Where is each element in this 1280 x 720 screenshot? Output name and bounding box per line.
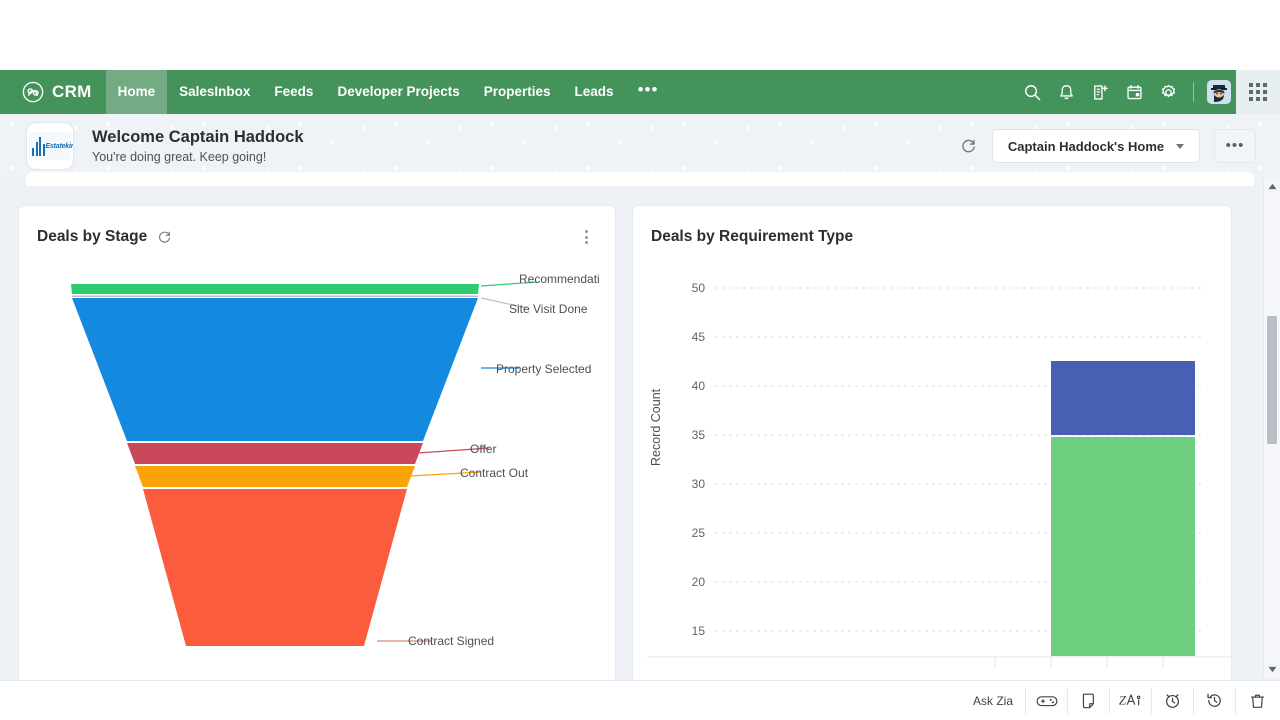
recent-history-icon[interactable] — [1194, 687, 1236, 714]
bar-segment-green — [1051, 437, 1195, 656]
ytick-20: 20 — [692, 575, 706, 589]
logo-bars-icon — [32, 136, 45, 156]
dashboard-scrollbar[interactable] — [1263, 178, 1280, 678]
bottom-utility-bar: Ask Zia Z — [0, 680, 1280, 720]
refresh-icon[interactable] — [156, 229, 172, 245]
bar-card-title: Deals by Requirement Type — [651, 228, 854, 245]
kebab-menu-icon[interactable] — [577, 230, 595, 244]
bar-segment-blue — [1051, 361, 1195, 435]
funnel-label-site-visit-done: Site Visit Done — [509, 302, 588, 316]
scroll-down-arrow-icon[interactable] — [1264, 661, 1280, 678]
funnel-segment-contract-signed — [143, 489, 407, 646]
nav-right-actions — [1015, 70, 1280, 114]
game-controller-icon[interactable] — [1026, 687, 1068, 714]
top-navigation-bar: CRM Home SalesInbox Feeds Developer Proj… — [0, 70, 1280, 114]
search-icon[interactable] — [1015, 70, 1049, 114]
bar-chart-y-axis-label: Record Count — [649, 388, 663, 466]
zoho-crm-logo-icon — [22, 81, 44, 103]
brand-label: CRM — [52, 82, 92, 101]
nav-item-properties[interactable]: Properties — [472, 70, 563, 114]
welcome-actions: Captain Haddock's Home ••• — [958, 129, 1256, 163]
chevron-down-icon — [1176, 143, 1185, 149]
bar-chart: 50 45 40 35 30 25 20 15 Record Count — [633, 246, 1231, 720]
dashboard-body: Deals by Stage Recommendati Site Visit D… — [0, 172, 1280, 720]
estateking-logo: Estateking — [26, 122, 74, 170]
funnel-label-offer: Offer — [470, 442, 497, 456]
funnel-label-property-selected: Property Selected — [496, 362, 592, 376]
funnel-segment-property-selected — [72, 298, 478, 441]
funnel-segment-contract-out — [135, 466, 415, 487]
funnel-card-header: Deals by Stage — [19, 206, 615, 246]
zia-toolbar: Ask Zia Z — [961, 681, 1278, 720]
calendar-icon[interactable] — [1117, 70, 1151, 114]
nav-overflow-button[interactable]: ••• — [626, 70, 671, 114]
alarm-clock-icon[interactable] — [1152, 687, 1194, 714]
funnel-chart-svg — [71, 281, 538, 646]
ytick-50: 50 — [692, 281, 706, 295]
card-deals-by-requirement-type: Deals by Requirement Type 50 45 40 35 30… — [632, 205, 1232, 720]
funnel-segment-site-visit-done — [72, 295, 478, 297]
ytick-25: 25 — [692, 526, 706, 540]
ytick-30: 30 — [692, 477, 706, 491]
dashboard-more-button[interactable]: ••• — [1214, 129, 1256, 163]
card-deals-by-stage: Deals by Stage Recommendati Site Visit D… — [18, 205, 616, 720]
welcome-header: Estateking Welcome Captain Haddock You'r… — [0, 114, 1280, 178]
dashboard-cards: Deals by Stage Recommendati Site Visit D… — [18, 178, 1262, 720]
notes-flag-icon[interactable] — [1068, 687, 1110, 714]
clipped-card-above — [26, 172, 1254, 186]
nav-items: Home SalesInbox Feeds Developer Projects… — [105, 70, 671, 114]
settings-gear-icon[interactable] — [1151, 70, 1185, 114]
ytick-40: 40 — [692, 379, 706, 393]
add-note-icon[interactable] — [1083, 70, 1117, 114]
bar-chart-svg: 50 45 40 35 30 25 20 15 — [647, 281, 1231, 669]
estateking-logo-inner: Estateking — [29, 132, 73, 160]
welcome-subtitle: You're doing great. Keep going! — [92, 150, 267, 165]
page-title: Welcome Captain Haddock — [92, 127, 304, 146]
nav-divider — [1193, 82, 1194, 102]
notification-bell-icon[interactable] — [1049, 70, 1083, 114]
dashboard-selector-label: Captain Haddock's Home — [1007, 138, 1165, 154]
crm-dashboard-page: CRM Home SalesInbox Feeds Developer Proj… — [0, 0, 1280, 720]
nav-item-feeds[interactable]: Feeds — [262, 70, 325, 114]
browser-top-gutter — [0, 0, 1280, 70]
nav-item-salesinbox[interactable]: SalesInbox — [167, 70, 262, 114]
zia-signature-icon[interactable]: Z — [1110, 687, 1152, 714]
grid-dots — [1249, 83, 1267, 101]
nav-item-home[interactable]: Home — [105, 70, 168, 114]
ytick-15: 15 — [692, 624, 706, 638]
scroll-thumb[interactable] — [1267, 316, 1277, 444]
svg-text:Z: Z — [1118, 693, 1126, 708]
nav-item-leads[interactable]: Leads — [563, 70, 626, 114]
user-avatar-image — [1207, 80, 1231, 104]
funnel-label-contract-signed: Contract Signed — [408, 634, 495, 648]
ytick-45: 45 — [692, 330, 706, 344]
refresh-icon[interactable] — [958, 136, 978, 156]
funnel-label-recommendation: Recommendati — [519, 272, 600, 286]
funnel-segment-recommendation — [71, 284, 479, 294]
bar-card-header: Deals by Requirement Type — [633, 206, 1231, 246]
funnel-segment-offer — [127, 443, 423, 464]
welcome-text-block: Welcome Captain Haddock You're doing gre… — [92, 126, 304, 166]
crm-brand[interactable]: CRM — [0, 81, 106, 103]
funnel-label-contract-out: Contract Out — [460, 466, 529, 480]
ask-zia-button[interactable]: Ask Zia — [961, 687, 1026, 714]
dashboard-selector[interactable]: Captain Haddock's Home — [992, 129, 1200, 163]
nav-item-developer-projects[interactable]: Developer Projects — [325, 70, 471, 114]
scroll-up-arrow-icon[interactable] — [1264, 178, 1280, 195]
estateking-logo-text: Estateking — [45, 142, 74, 150]
funnel-chart: Recommendati Site Visit Done Property Se… — [19, 246, 615, 720]
funnel-card-title: Deals by Stage — [37, 228, 148, 245]
trash-icon[interactable] — [1236, 688, 1278, 714]
ytick-35: 35 — [692, 428, 706, 442]
app-switcher-grid-icon[interactable] — [1236, 70, 1280, 114]
avatar[interactable] — [1202, 70, 1236, 114]
